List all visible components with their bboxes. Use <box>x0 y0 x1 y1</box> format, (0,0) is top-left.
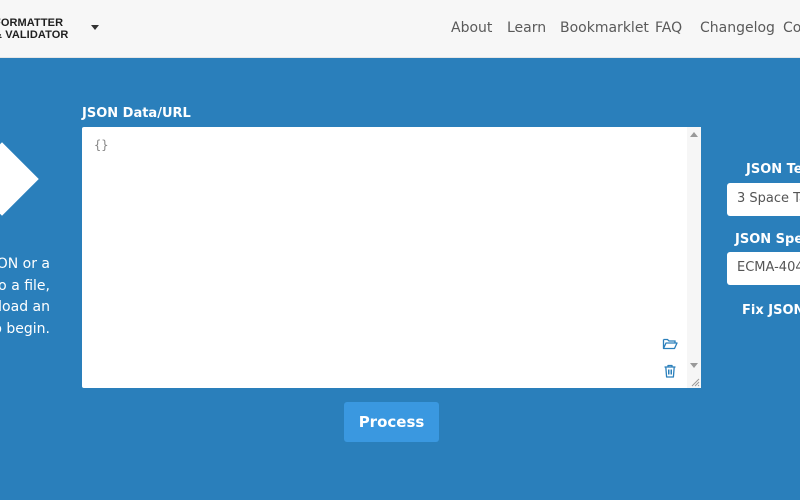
intro-text: ON or a o a file, load an o begin. <box>0 254 50 340</box>
resize-handle-icon[interactable] <box>690 377 700 387</box>
brand-logo[interactable]: FORMATTER & VALIDATOR <box>0 17 68 41</box>
folder-open-icon[interactable] <box>662 336 678 352</box>
json-input-value[interactable]: {} <box>94 138 108 152</box>
json-template-label: JSON Te <box>746 162 800 177</box>
process-button[interactable]: Process <box>344 402 439 442</box>
nav-link-bookmarklet[interactable]: Bookmarklet <box>560 20 649 36</box>
trash-icon[interactable] <box>662 363 678 379</box>
json-input-textarea[interactable]: {} <box>82 127 701 388</box>
nav-link-faq[interactable]: FAQ <box>655 20 682 36</box>
intro-line: ON or a <box>0 256 50 272</box>
json-data-label: JSON Data/URL <box>82 106 191 121</box>
scroll-down-arrow-icon[interactable] <box>690 363 698 368</box>
nav-link-contact[interactable]: Co <box>783 20 800 36</box>
intro-line: o begin. <box>0 320 50 337</box>
json-template-select[interactable]: 3 Space Ta <box>727 183 800 216</box>
nav-link-about[interactable]: About <box>451 20 492 36</box>
nav-link-changelog[interactable]: Changelog <box>700 20 775 36</box>
intro-line: load an <box>0 299 50 315</box>
json-spec-label: JSON Spec <box>735 232 800 247</box>
editor-scrollbar[interactable] <box>687 127 701 388</box>
arrow-right-icon <box>0 142 39 216</box>
fix-json-label[interactable]: Fix JSON <box>742 303 800 318</box>
json-spec-select[interactable]: ECMA-404 <box>727 252 800 285</box>
top-navbar: FORMATTER & VALIDATOR About Learn Bookma… <box>0 0 800 58</box>
nav-link-learn[interactable]: Learn <box>507 20 546 36</box>
chevron-down-icon[interactable] <box>91 25 99 30</box>
brand-line-2: & VALIDATOR <box>0 29 69 41</box>
brand-line-1: FORMATTER <box>0 17 64 29</box>
intro-line: o a file, <box>0 277 50 294</box>
scroll-up-arrow-icon[interactable] <box>690 132 698 137</box>
